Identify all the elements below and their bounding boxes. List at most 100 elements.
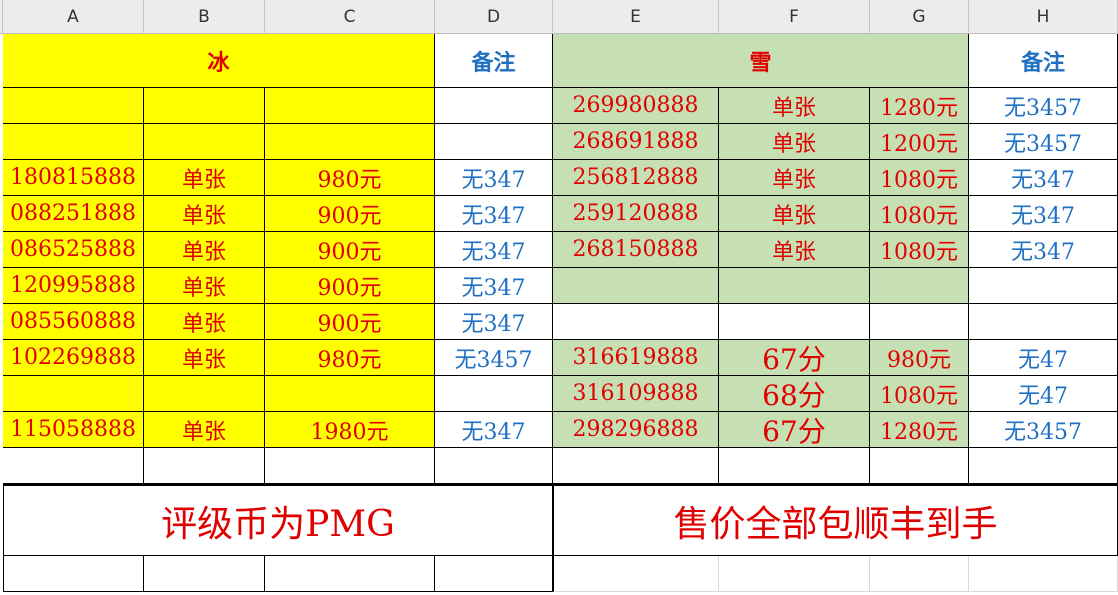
empty-cell[interactable] — [435, 448, 553, 484]
left-price-cell[interactable]: 900元 — [265, 232, 435, 268]
right-price-cell[interactable]: 1200元 — [870, 124, 969, 160]
footer-right-cell[interactable]: 售价全部包顺丰到手 — [553, 484, 1118, 556]
left-number-cell[interactable]: 115058888 — [3, 412, 144, 448]
left-price-cell[interactable]: 980元 — [265, 160, 435, 196]
empty-cell[interactable] — [265, 448, 435, 484]
right-note-cell[interactable] — [969, 268, 1118, 304]
empty-cell[interactable] — [144, 556, 265, 592]
empty-cell[interactable] — [719, 556, 870, 592]
left-type-cell[interactable] — [144, 376, 265, 412]
empty-cell[interactable] — [870, 448, 969, 484]
left-note-cell[interactable]: 无347 — [435, 268, 553, 304]
empty-cell[interactable] — [553, 448, 719, 484]
right-type-cell[interactable]: 单张 — [719, 88, 870, 124]
right-note-cell[interactable]: 无3457 — [969, 88, 1118, 124]
right-price-cell[interactable]: 1080元 — [870, 196, 969, 232]
left-price-cell[interactable]: 900元 — [265, 304, 435, 340]
right-price-cell[interactable] — [870, 268, 969, 304]
column-header-e[interactable]: E — [553, 0, 719, 34]
right-price-cell[interactable]: 1280元 — [870, 88, 969, 124]
left-note-cell[interactable]: 无347 — [435, 412, 553, 448]
empty-cell[interactable] — [719, 448, 870, 484]
left-type-cell[interactable]: 单张 — [144, 304, 265, 340]
empty-cell[interactable] — [3, 556, 144, 592]
right-type-cell[interactable]: 单张 — [719, 124, 870, 160]
left-price-cell[interactable]: 980元 — [265, 340, 435, 376]
right-note-cell[interactable]: 无347 — [969, 232, 1118, 268]
right-note-cell[interactable]: 无3457 — [969, 412, 1118, 448]
left-price-cell[interactable] — [265, 88, 435, 124]
left-note-cell[interactable]: 无3457 — [435, 340, 553, 376]
right-price-cell[interactable] — [870, 304, 969, 340]
empty-cell[interactable] — [265, 556, 435, 592]
left-number-cell[interactable]: 102269888 — [3, 340, 144, 376]
right-note-cell[interactable]: 无347 — [969, 160, 1118, 196]
right-type-cell[interactable]: 68分 — [719, 376, 870, 412]
left-number-cell[interactable] — [3, 376, 144, 412]
empty-cell[interactable] — [144, 448, 265, 484]
right-type-cell[interactable] — [719, 304, 870, 340]
empty-cell[interactable] — [435, 556, 553, 592]
right-note-cell[interactable]: 无3457 — [969, 124, 1118, 160]
empty-cell[interactable] — [969, 556, 1118, 592]
right-price-cell[interactable]: 1080元 — [870, 232, 969, 268]
empty-cell[interactable] — [969, 448, 1118, 484]
column-header-c[interactable]: C — [265, 0, 435, 34]
left-price-cell[interactable]: 900元 — [265, 196, 435, 232]
right-note-cell[interactable]: 无347 — [969, 196, 1118, 232]
left-note-cell[interactable]: 无347 — [435, 160, 553, 196]
right-type-cell[interactable]: 67分 — [719, 340, 870, 376]
left-number-cell[interactable]: 086525888 — [3, 232, 144, 268]
column-header-g[interactable]: G — [870, 0, 969, 34]
right-number-cell[interactable] — [553, 304, 719, 340]
right-number-cell[interactable]: 269980888 — [553, 88, 719, 124]
right-price-cell[interactable]: 1080元 — [870, 160, 969, 196]
right-note-cell[interactable]: 无47 — [969, 340, 1118, 376]
left-type-cell[interactable]: 单张 — [144, 232, 265, 268]
left-number-cell[interactable]: 120995888 — [3, 268, 144, 304]
empty-cell[interactable] — [553, 556, 719, 592]
left-number-cell[interactable]: 088251888 — [3, 196, 144, 232]
right-price-cell[interactable]: 980元 — [870, 340, 969, 376]
right-number-cell[interactable] — [553, 268, 719, 304]
left-type-cell[interactable]: 单张 — [144, 196, 265, 232]
right-number-cell[interactable]: 256812888 — [553, 160, 719, 196]
right-number-cell[interactable]: 268691888 — [553, 124, 719, 160]
column-header-h[interactable]: H — [969, 0, 1118, 34]
left-price-cell[interactable]: 900元 — [265, 268, 435, 304]
left-note-header[interactable]: 备注 — [435, 34, 553, 88]
left-note-cell[interactable]: 无347 — [435, 232, 553, 268]
right-type-cell[interactable]: 单张 — [719, 160, 870, 196]
left-price-cell[interactable] — [265, 124, 435, 160]
right-note-cell[interactable] — [969, 304, 1118, 340]
left-type-cell[interactable] — [144, 124, 265, 160]
right-number-cell[interactable]: 316109888 — [553, 376, 719, 412]
right-price-cell[interactable]: 1280元 — [870, 412, 969, 448]
left-title-cell[interactable]: 冰 — [3, 34, 435, 88]
right-title-cell[interactable]: 雪 — [553, 34, 969, 88]
footer-left-cell[interactable]: 评级币为PMG — [3, 484, 553, 556]
right-type-cell[interactable]: 单张 — [719, 196, 870, 232]
left-type-cell[interactable] — [144, 88, 265, 124]
left-number-cell[interactable]: 085560888 — [3, 304, 144, 340]
left-note-cell[interactable]: 无347 — [435, 304, 553, 340]
column-header-d[interactable]: D — [435, 0, 553, 34]
left-number-cell[interactable]: 180815888 — [3, 160, 144, 196]
left-type-cell[interactable]: 单张 — [144, 412, 265, 448]
left-type-cell[interactable]: 单张 — [144, 340, 265, 376]
column-header-f[interactable]: F — [719, 0, 870, 34]
left-type-cell[interactable]: 单张 — [144, 160, 265, 196]
right-type-cell[interactable] — [719, 268, 870, 304]
left-price-cell[interactable]: 1980元 — [265, 412, 435, 448]
left-price-cell[interactable] — [265, 376, 435, 412]
right-note-cell[interactable]: 无47 — [969, 376, 1118, 412]
left-note-cell[interactable]: 无347 — [435, 196, 553, 232]
left-number-cell[interactable] — [3, 124, 144, 160]
right-number-cell[interactable]: 268150888 — [553, 232, 719, 268]
right-note-header[interactable]: 备注 — [969, 34, 1118, 88]
left-note-cell[interactable] — [435, 88, 553, 124]
right-type-cell[interactable]: 单张 — [719, 232, 870, 268]
empty-cell[interactable] — [3, 448, 144, 484]
empty-cell[interactable] — [870, 556, 969, 592]
right-type-cell[interactable]: 67分 — [719, 412, 870, 448]
